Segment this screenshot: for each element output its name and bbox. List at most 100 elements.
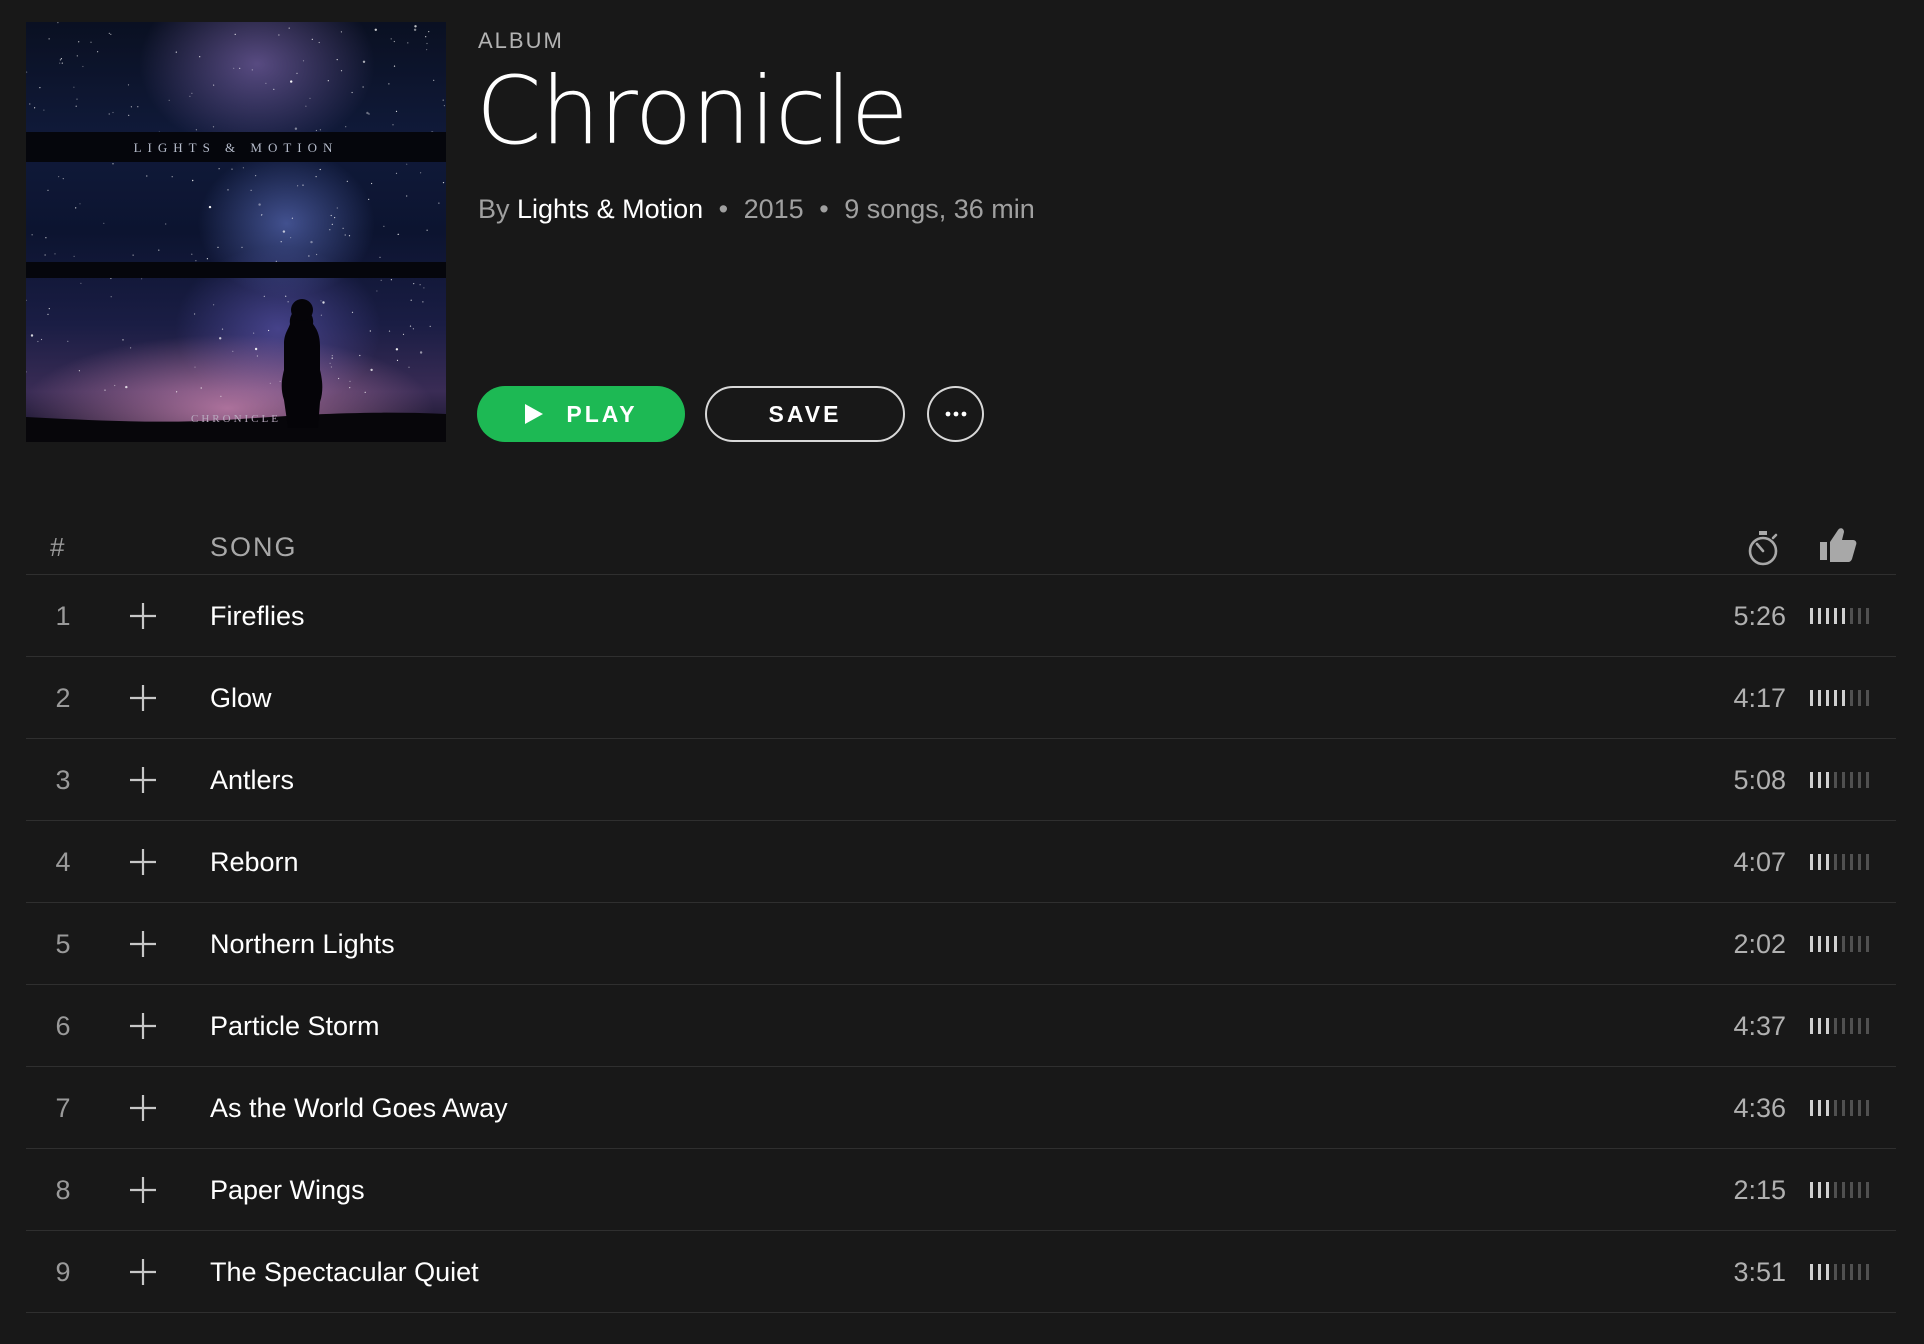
- add-to-library-icon[interactable]: [128, 601, 158, 631]
- popularity-bar: [1834, 854, 1837, 870]
- popularity-bar: [1810, 1018, 1813, 1034]
- popularity-bar: [1850, 690, 1853, 706]
- popularity-meter: [1810, 1018, 1874, 1034]
- play-icon: [525, 404, 544, 424]
- add-to-library-icon[interactable]: [128, 1011, 158, 1041]
- popularity-bar: [1842, 690, 1845, 706]
- popularity-bar: [1850, 1018, 1853, 1034]
- track-title[interactable]: The Spectacular Quiet: [210, 1231, 479, 1313]
- track-duration: 5:08: [1733, 765, 1786, 795]
- popularity-meter: [1810, 1100, 1874, 1116]
- popularity-bar: [1866, 608, 1869, 624]
- popularity-bar: [1818, 1018, 1821, 1034]
- track-number: 5: [55, 929, 71, 959]
- popularity-bar: [1826, 936, 1829, 952]
- track-title[interactable]: As the World Goes Away: [210, 1067, 508, 1149]
- stopwatch-icon[interactable]: [1746, 528, 1780, 568]
- track-row[interactable]: 6 Particle Storm 4:37: [26, 985, 1896, 1067]
- thumbs-up-icon[interactable]: [1818, 526, 1858, 564]
- track-duration: 5:26: [1733, 601, 1786, 631]
- track-title[interactable]: Fireflies: [210, 575, 305, 657]
- track-duration: 2:15: [1733, 1175, 1786, 1205]
- track-title[interactable]: Paper Wings: [210, 1149, 365, 1231]
- popularity-bar: [1850, 772, 1853, 788]
- add-to-library-icon[interactable]: [128, 929, 158, 959]
- popularity-bar: [1858, 1018, 1861, 1034]
- track-row[interactable]: 9 The Spectacular Quiet 3:51: [26, 1231, 1896, 1313]
- popularity-bar: [1834, 1182, 1837, 1198]
- track-number: 9: [55, 1257, 71, 1287]
- popularity-bar: [1818, 1100, 1821, 1116]
- add-to-library-icon[interactable]: [128, 847, 158, 877]
- add-to-library-icon[interactable]: [128, 1093, 158, 1123]
- track-row[interactable]: 4 Reborn 4:07: [26, 821, 1896, 903]
- track-duration: 4:17: [1733, 683, 1786, 713]
- album-cover-image[interactable]: LIGHTS & MOTION CHRONICLE: [26, 22, 446, 442]
- add-to-library-icon[interactable]: [128, 1257, 158, 1287]
- popularity-meter: [1810, 690, 1874, 706]
- add-to-library-icon[interactable]: [128, 765, 158, 795]
- popularity-meter: [1810, 854, 1874, 870]
- add-to-library-icon[interactable]: [128, 683, 158, 713]
- popularity-bar: [1834, 1018, 1837, 1034]
- popularity-bar: [1810, 936, 1813, 952]
- track-title[interactable]: Reborn: [210, 821, 299, 903]
- add-to-library-icon[interactable]: [128, 1175, 158, 1205]
- cover-album-text: CHRONICLE: [191, 413, 281, 425]
- popularity-bar: [1858, 1100, 1861, 1116]
- ellipsis-icon: [945, 411, 966, 417]
- popularity-bar: [1818, 772, 1821, 788]
- by-label: By: [478, 194, 510, 224]
- popularity-bar: [1818, 690, 1821, 706]
- popularity-bar: [1866, 690, 1869, 706]
- popularity-bar: [1842, 1182, 1845, 1198]
- play-button[interactable]: PLAY: [477, 386, 685, 442]
- track-row[interactable]: 2 Glow 4:17: [26, 657, 1896, 739]
- popularity-bar: [1858, 608, 1861, 624]
- track-row[interactable]: 3 Antlers 5:08: [26, 739, 1896, 821]
- popularity-bar: [1826, 1018, 1829, 1034]
- play-button-label: PLAY: [566, 400, 638, 427]
- track-duration: 2:02: [1733, 929, 1786, 959]
- track-number: 3: [55, 765, 71, 795]
- popularity-bar: [1818, 936, 1821, 952]
- track-title[interactable]: Northern Lights: [210, 903, 395, 985]
- album-type-label: ALBUM: [478, 28, 564, 53]
- popularity-bar: [1818, 608, 1821, 624]
- artist-link[interactable]: Lights & Motion: [517, 194, 703, 224]
- track-duration: 4:37: [1733, 1011, 1786, 1041]
- track-title[interactable]: Glow: [210, 657, 272, 739]
- popularity-meter: [1810, 1264, 1874, 1280]
- track-number: 4: [55, 847, 71, 877]
- header-number: #: [50, 532, 65, 562]
- popularity-meter: [1810, 936, 1874, 952]
- track-title[interactable]: Particle Storm: [210, 985, 380, 1067]
- track-row[interactable]: 8 Paper Wings 2:15: [26, 1149, 1896, 1231]
- header-song[interactable]: SONG: [210, 532, 298, 563]
- popularity-bar: [1866, 1264, 1869, 1280]
- popularity-bar: [1810, 1264, 1813, 1280]
- popularity-bar: [1826, 854, 1829, 870]
- popularity-bar: [1826, 608, 1829, 624]
- cover-artist-text: LIGHTS & MOTION: [133, 140, 339, 155]
- popularity-bar: [1834, 1264, 1837, 1280]
- popularity-bar: [1826, 1264, 1829, 1280]
- track-row[interactable]: 7 As the World Goes Away 4:36: [26, 1067, 1896, 1149]
- popularity-bar: [1834, 936, 1837, 952]
- track-title[interactable]: Antlers: [210, 739, 294, 821]
- popularity-bar: [1842, 608, 1845, 624]
- popularity-bar: [1818, 1264, 1821, 1280]
- popularity-bar: [1826, 772, 1829, 788]
- track-rows: 1 Fireflies 5:26 2 Glow 4:17 3 Antlers 5:08 4 Rebo…: [26, 575, 1896, 1313]
- popularity-bar: [1866, 1100, 1869, 1116]
- more-options-button[interactable]: [927, 386, 984, 442]
- track-duration: 4:07: [1733, 847, 1786, 877]
- save-button[interactable]: SAVE: [705, 386, 905, 442]
- popularity-bar: [1810, 772, 1813, 788]
- track-row[interactable]: 5 Northern Lights 2:02: [26, 903, 1896, 985]
- popularity-bar: [1866, 854, 1869, 870]
- popularity-bar: [1842, 772, 1845, 788]
- popularity-bar: [1858, 854, 1861, 870]
- popularity-bar: [1810, 1100, 1813, 1116]
- track-row[interactable]: 1 Fireflies 5:26: [26, 575, 1896, 657]
